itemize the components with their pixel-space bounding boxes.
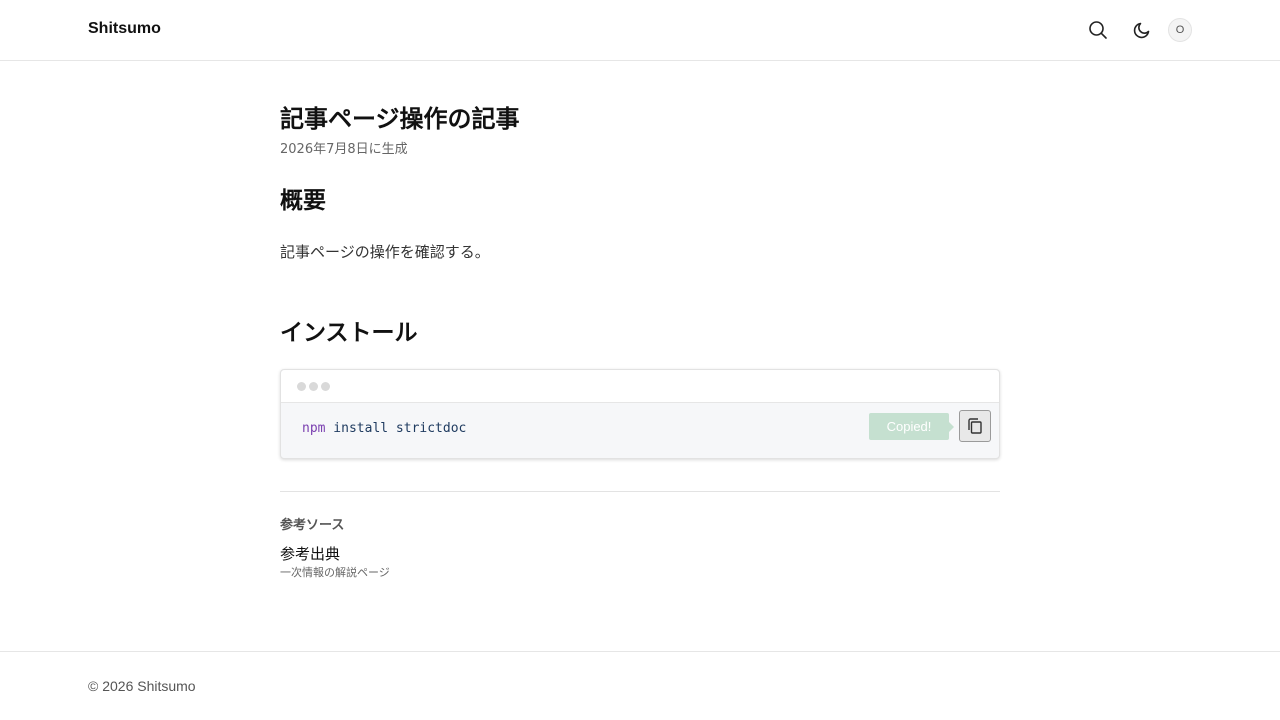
overview-paragraph: 記事ページの操作を確認する。 <box>280 243 490 261</box>
moon-icon <box>1133 22 1150 39</box>
copyright-text: © 2026 Shitsumo <box>88 678 196 694</box>
window-dot-icon <box>297 382 306 391</box>
search-icon <box>1089 21 1107 39</box>
article-title: 記事ページ操作の記事 <box>280 105 520 133</box>
theme-toggle-button[interactable] <box>1130 18 1154 42</box>
code-block-titlebar <box>281 370 999 403</box>
code-block: npm install strictdoc Copied! <box>280 369 1000 459</box>
code-line[interactable]: npm install strictdoc <box>302 421 466 436</box>
copy-icon <box>968 418 982 434</box>
site-footer: © 2026 Shitsumo <box>0 651 1280 720</box>
section-heading-overview: 概要 <box>280 188 326 214</box>
search-button[interactable] <box>1086 18 1110 42</box>
user-avatar[interactable]: O <box>1168 18 1192 42</box>
copy-code-button[interactable] <box>959 410 991 442</box>
section-heading-install: インストール <box>280 320 418 346</box>
code-args: install strictdoc <box>325 421 467 436</box>
article-date: 2026年7月8日に生成 <box>280 142 408 157</box>
copied-tooltip: Copied! <box>869 413 954 440</box>
source-link[interactable]: 参考出典 <box>280 543 340 564</box>
section-divider <box>280 491 1000 492</box>
site-brand-link[interactable]: Shitsumo <box>88 20 161 38</box>
site-header: Shitsumo O <box>0 0 1280 61</box>
code-keyword: npm <box>302 421 326 436</box>
source-description: 一次情報の解説ページ <box>280 566 390 579</box>
sources-label: 参考ソース <box>280 518 345 533</box>
window-dot-icon <box>321 382 330 391</box>
window-dot-icon <box>309 382 318 391</box>
